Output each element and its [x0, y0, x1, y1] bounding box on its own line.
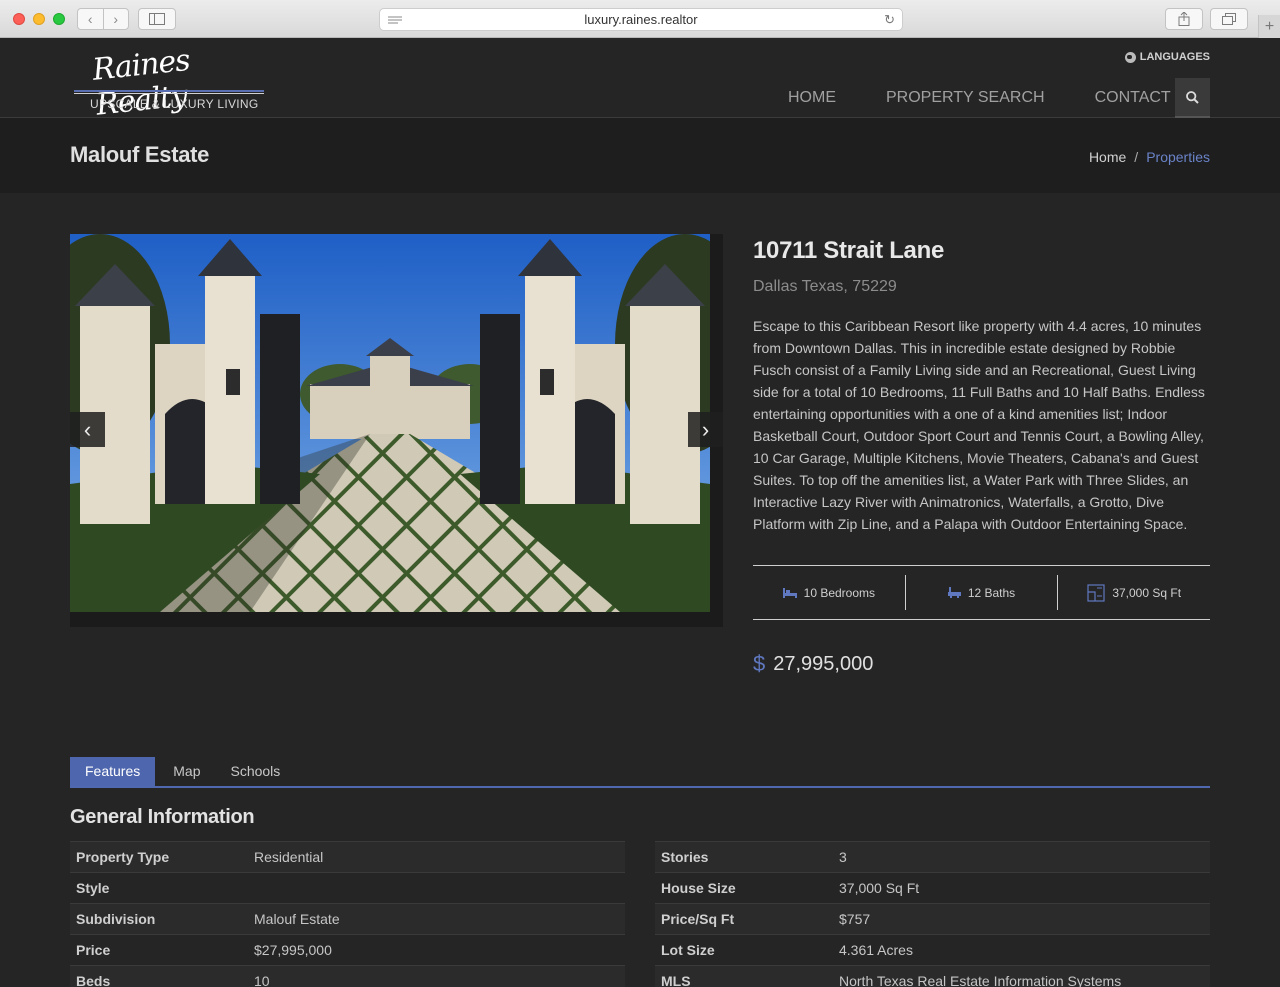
sidebar-toggle-icon[interactable]	[138, 8, 176, 30]
info-value: 3	[839, 849, 847, 865]
baths-text: 12 Baths	[967, 585, 1016, 600]
general-information-title: General Information	[70, 806, 255, 828]
chevron-right-icon: ›	[701, 416, 710, 442]
tabs-overview-icon[interactable]	[1210, 8, 1248, 30]
table-row: Beds 10	[70, 965, 625, 987]
sqft-text: 37,000 Sq Ft	[1112, 585, 1182, 600]
info-key: Property Type	[76, 849, 170, 865]
general-info-right-table: Stories 3 House Size 37,000 Sq Ft Price/Sq…	[655, 841, 1210, 987]
logo-tagline: UPSCALE & LUXURY LIVING	[90, 97, 259, 111]
logo-divider	[74, 90, 264, 92]
reload-icon[interactable]: ↻	[884, 12, 895, 28]
address-bar[interactable]: luxury.raines.realtor ↻	[379, 8, 903, 31]
info-key: MLS	[661, 973, 691, 987]
languages-menu[interactable]: LANGUAGES	[1124, 51, 1210, 63]
property-tabs: Features Map Schools	[70, 757, 1210, 788]
browser-toolbar: ‹ › luxury.raines.realtor ↻ +	[0, 0, 1280, 38]
bath-icon	[947, 587, 961, 598]
property-address: 10711 Strait Lane	[753, 237, 945, 264]
property-image-slider[interactable]: ‹ ›	[70, 234, 723, 627]
site-header: Raines Realty UPSCALE & LUXURY LIVING LA…	[0, 38, 1280, 123]
info-value: Residential	[254, 849, 324, 865]
property-price: $ 27,995,000	[753, 651, 873, 677]
reader-icon[interactable]	[388, 14, 402, 29]
share-icon[interactable]	[1165, 8, 1203, 30]
table-row: Price $27,995,000	[70, 934, 625, 965]
history-nav: ‹ ›	[77, 8, 129, 30]
globe-icon	[1124, 51, 1136, 63]
bedrooms-text: 10 Bedrooms	[803, 585, 876, 600]
info-value: Malouf Estate	[254, 911, 340, 927]
main-nav: HOME PROPERTY SEARCH CONTACT	[788, 78, 1221, 118]
table-row: Price/Sq Ft $757	[655, 903, 1210, 934]
logo-divider-thin	[74, 93, 264, 94]
info-value: 37,000 Sq Ft	[839, 880, 920, 896]
url-text: luxury.raines.realtor	[584, 12, 698, 27]
table-row: Lot Size 4.361 Acres	[655, 934, 1210, 965]
info-value: $757	[839, 911, 871, 927]
stat-baths: 12 Baths	[904, 575, 1058, 610]
bed-icon	[782, 587, 797, 598]
nav-property-search[interactable]: PROPERTY SEARCH	[886, 78, 1045, 118]
page-title: Malouf Estate	[70, 142, 210, 167]
nav-contact[interactable]: CONTACT	[1095, 78, 1171, 118]
search-button[interactable]	[1175, 78, 1210, 118]
slider-next-button[interactable]: ›	[688, 412, 723, 447]
estate-gate-photo	[70, 234, 710, 612]
general-info-left-table: Property Type Residential Style Subdivisi…	[70, 841, 625, 987]
info-key: Lot Size	[661, 942, 715, 958]
info-key: Price/Sq Ft	[661, 911, 735, 927]
breadcrumb-separator: /	[1134, 149, 1139, 165]
info-key: House Size	[661, 880, 736, 896]
forward-icon[interactable]: ›	[102, 9, 129, 29]
price-value: 27,995,000	[773, 652, 874, 675]
property-description: Escape to this Caribbean Resort like pro…	[753, 318, 1205, 532]
tab-schools[interactable]: Schools	[222, 757, 288, 786]
info-value: North Texas Real Estate Information Syst…	[839, 973, 1122, 987]
breadcrumb-home[interactable]: Home	[1089, 149, 1126, 165]
chevron-left-icon: ‹	[83, 416, 92, 442]
info-value: 4.361 Acres	[839, 942, 913, 958]
info-key: Subdivision	[76, 911, 156, 927]
zoom-window-button[interactable]	[53, 13, 65, 25]
info-value: 10	[254, 973, 270, 987]
tab-map[interactable]: Map	[165, 757, 208, 786]
table-row: Subdivision Malouf Estate	[70, 903, 625, 934]
tab-features[interactable]: Features	[70, 757, 156, 786]
stat-sqft: 37,000 Sq Ft	[1057, 575, 1210, 610]
dollar-icon: $	[753, 651, 766, 676]
search-icon	[1186, 90, 1199, 104]
property-stats: 10 Bedrooms 12 Baths 37,000 Sq Ft	[753, 565, 1210, 620]
languages-label: LANGUAGES	[1139, 51, 1210, 63]
slider-prev-button[interactable]: ‹	[70, 412, 105, 447]
minimize-window-button[interactable]	[33, 13, 45, 25]
info-value: $27,995,000	[254, 942, 332, 958]
breadcrumb-current[interactable]: Properties	[1146, 149, 1210, 165]
breadcrumb: Home / Properties	[1089, 149, 1210, 165]
info-key: Beds	[76, 973, 111, 987]
table-row: Stories 3	[655, 841, 1210, 872]
table-row: Style	[70, 872, 625, 903]
info-key: Stories	[661, 849, 709, 865]
property-city: Dallas Texas, 75229	[753, 278, 897, 295]
info-key: Style	[76, 880, 110, 896]
info-key: Price	[76, 942, 111, 958]
stat-bedrooms: 10 Bedrooms	[753, 566, 905, 619]
floorplan-icon	[1087, 583, 1105, 602]
raines-realty-logo[interactable]: Raines Realty UPSCALE & LUXURY LIVING	[74, 38, 264, 123]
table-row: MLS North Texas Real Estate Information S…	[655, 965, 1210, 987]
table-row: Property Type Residential	[70, 841, 625, 872]
title-band: Malouf Estate Home / Properties	[0, 118, 1280, 193]
new-tab-icon[interactable]: +	[1258, 15, 1280, 38]
table-row: House Size 37,000 Sq Ft	[655, 872, 1210, 903]
back-icon[interactable]: ‹	[78, 9, 103, 29]
close-window-button[interactable]	[13, 13, 25, 25]
nav-home[interactable]: HOME	[788, 78, 836, 118]
